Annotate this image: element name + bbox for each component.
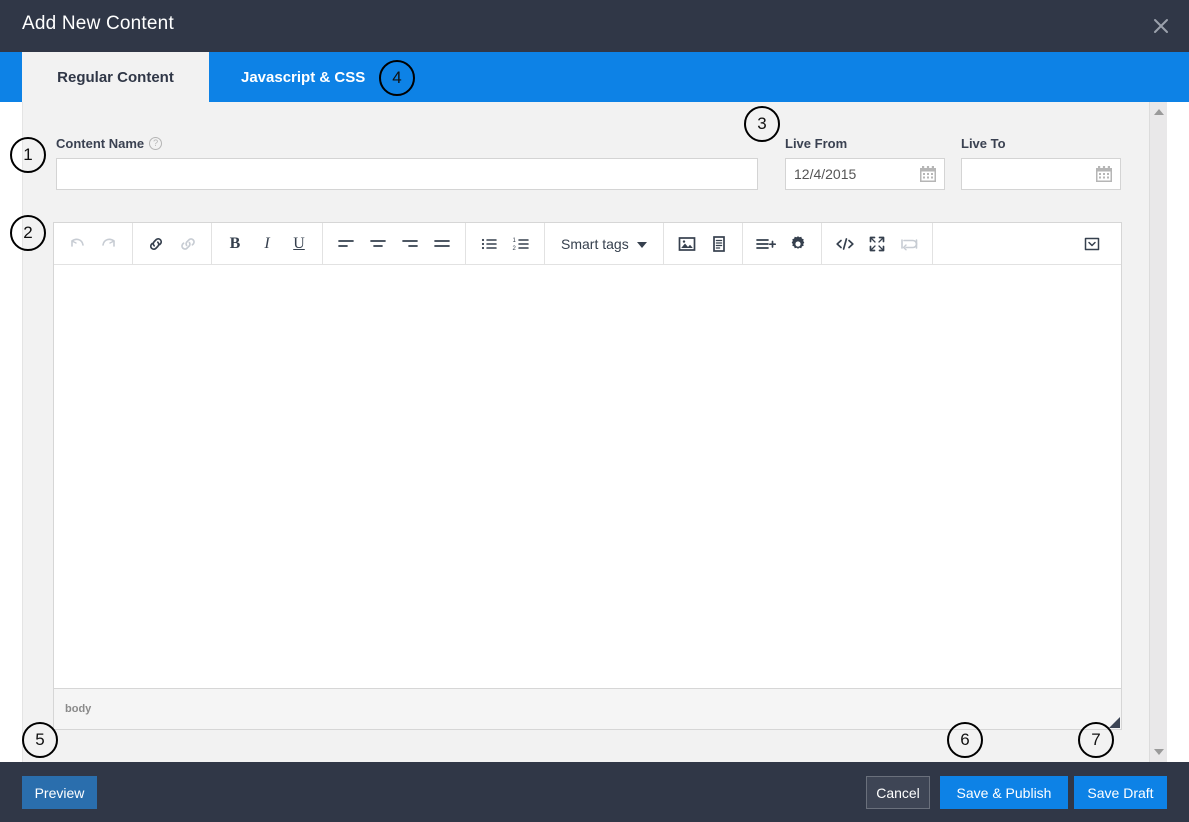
rich-text-editor: B I U	[53, 222, 1122, 730]
align-right-icon[interactable]	[395, 229, 425, 259]
source-code-icon[interactable]	[830, 229, 860, 259]
toolbar-group-smart-tags: Smart tags	[545, 223, 664, 264]
numbered-list-icon[interactable]: 1 2	[506, 229, 536, 259]
calendar-icon[interactable]	[1095, 165, 1113, 183]
insert-block-icon[interactable]	[751, 229, 781, 259]
smart-tags-dropdown[interactable]: Smart tags	[553, 229, 655, 259]
toolbar-group-collapse	[933, 223, 1121, 264]
live-to-label: Live To	[961, 136, 1006, 151]
editor-toolbar: B I U	[54, 223, 1121, 265]
content-name-label-text: Content Name	[56, 136, 144, 151]
dialog-footer: Preview Cancel Save & Publish Save Draft	[0, 762, 1189, 822]
dialog-body: Content Name ? Live From	[22, 102, 1167, 762]
chevron-down-icon	[637, 242, 647, 248]
redo-icon[interactable]	[94, 229, 124, 259]
toolbar-group-block-settings	[743, 223, 822, 264]
live-to-label-text: Live To	[961, 136, 1006, 151]
question-mark-circle-icon[interactable]: ?	[149, 137, 162, 150]
save-draft-button[interactable]: Save Draft	[1074, 776, 1167, 809]
toolbar-group-text-style: B I U	[212, 223, 323, 264]
content-name-label: Content Name ?	[56, 136, 162, 151]
undo-icon[interactable]	[62, 229, 92, 259]
smart-tags-label: Smart tags	[561, 236, 629, 252]
fullscreen-icon[interactable]	[862, 229, 892, 259]
undo-format-icon[interactable]	[894, 229, 924, 259]
dialog-body-scrollbar[interactable]	[1149, 102, 1167, 762]
content-name-input[interactable]	[56, 158, 758, 190]
save-publish-button[interactable]: Save & Publish	[940, 776, 1068, 809]
collapse-toolbar-icon[interactable]	[1077, 229, 1107, 259]
insert-image-icon[interactable]	[672, 229, 702, 259]
editor-content-area[interactable]	[54, 265, 1121, 689]
tab-regular-content-label: Regular Content	[57, 69, 174, 86]
toolbar-group-alignment	[323, 223, 466, 264]
unlink-icon[interactable]	[173, 229, 203, 259]
live-to-field	[961, 158, 1121, 190]
align-center-icon[interactable]	[363, 229, 393, 259]
live-from-field	[785, 158, 945, 190]
tab-regular-content[interactable]: Regular Content	[22, 52, 209, 102]
toolbar-group-view	[822, 223, 933, 264]
align-justify-icon[interactable]	[427, 229, 457, 259]
add-new-content-dialog: Add New Content Regular Content Javascri…	[0, 0, 1189, 822]
resize-grip-icon[interactable]	[1109, 717, 1120, 728]
preview-button[interactable]: Preview	[22, 776, 97, 809]
link-icon[interactable]	[141, 229, 171, 259]
underline-icon[interactable]: U	[284, 229, 314, 259]
live-from-label-text: Live From	[785, 136, 847, 151]
live-from-label: Live From	[785, 136, 847, 151]
svg-text:2: 2	[513, 246, 517, 252]
align-left-icon[interactable]	[331, 229, 361, 259]
toolbar-group-links	[133, 223, 212, 264]
bold-icon[interactable]: B	[220, 229, 250, 259]
svg-text:1: 1	[513, 238, 517, 244]
left-rail	[0, 102, 22, 762]
tab-javascript-css[interactable]: Javascript & CSS	[209, 52, 405, 102]
tab-strip: Regular Content Javascript & CSS	[0, 52, 1189, 102]
close-icon[interactable]	[1147, 12, 1175, 40]
cancel-button[interactable]: Cancel	[866, 776, 930, 809]
editor-statusbar: body	[54, 689, 1121, 729]
toolbar-group-lists: 1 2	[466, 223, 545, 264]
calendar-icon[interactable]	[919, 165, 937, 183]
tab-javascript-css-label: Javascript & CSS	[241, 69, 365, 86]
scroll-up-arrow-icon[interactable]	[1154, 109, 1164, 115]
italic-icon[interactable]: I	[252, 229, 282, 259]
toolbar-group-insert-media	[664, 223, 743, 264]
bullet-list-icon[interactable]	[474, 229, 504, 259]
scroll-down-arrow-icon[interactable]	[1154, 749, 1164, 755]
gear-icon[interactable]	[783, 229, 813, 259]
element-path: body	[65, 703, 91, 715]
dialog-title: Add New Content	[22, 13, 174, 35]
dialog-titlebar: Add New Content	[0, 0, 1189, 52]
insert-document-icon[interactable]	[704, 229, 734, 259]
toolbar-group-history	[54, 223, 133, 264]
